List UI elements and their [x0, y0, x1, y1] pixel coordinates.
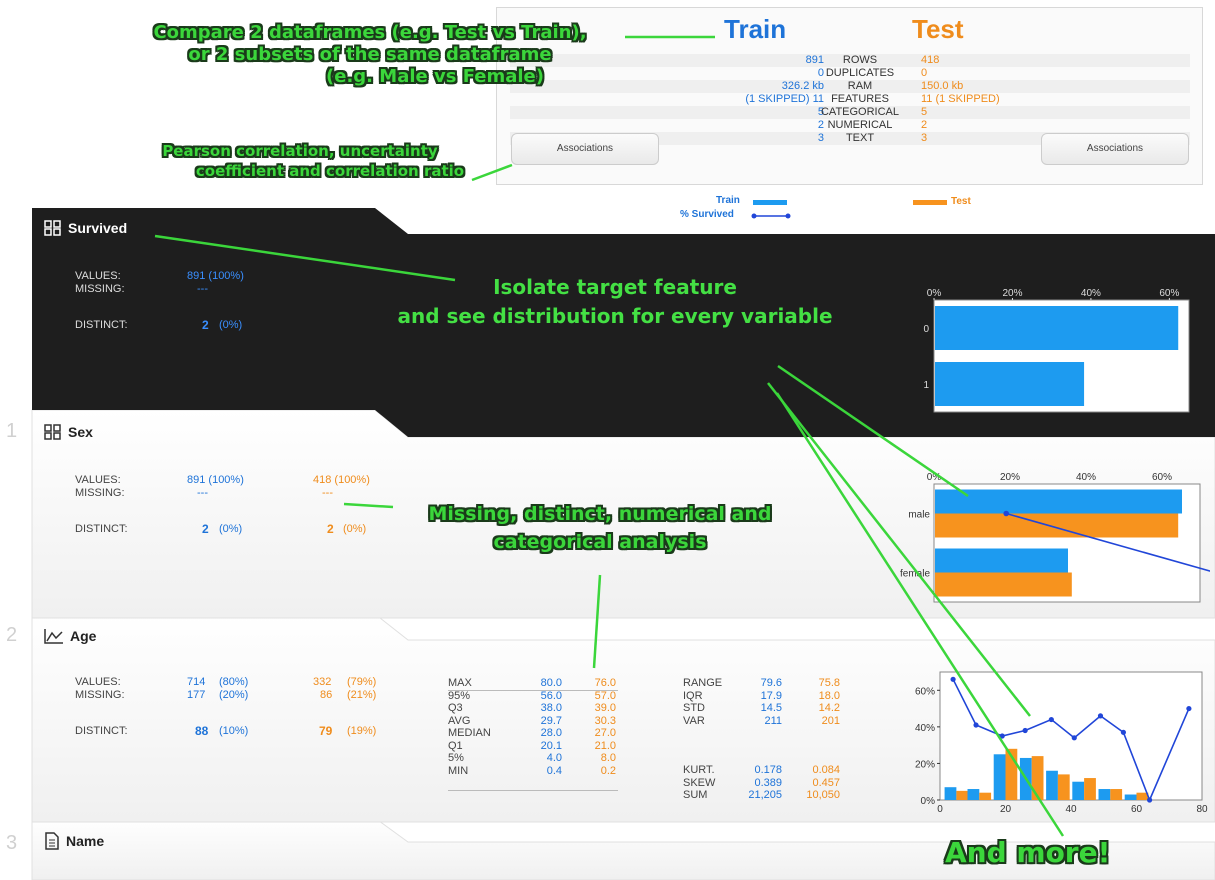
annotation-arrows	[154, 35, 1065, 837]
annotation-compare: Compare 2 dataframes (e.g. Test vs Train…	[153, 22, 587, 87]
annotation-pearson: Pearson correlation, uncertainty coeffic…	[162, 142, 465, 180]
annotation-missing: Missing, distinct, numerical and categor…	[428, 503, 772, 553]
annotation-more: And more!	[945, 836, 1111, 869]
annotation-isolate: Isolate target feature and see distribut…	[397, 275, 833, 328]
